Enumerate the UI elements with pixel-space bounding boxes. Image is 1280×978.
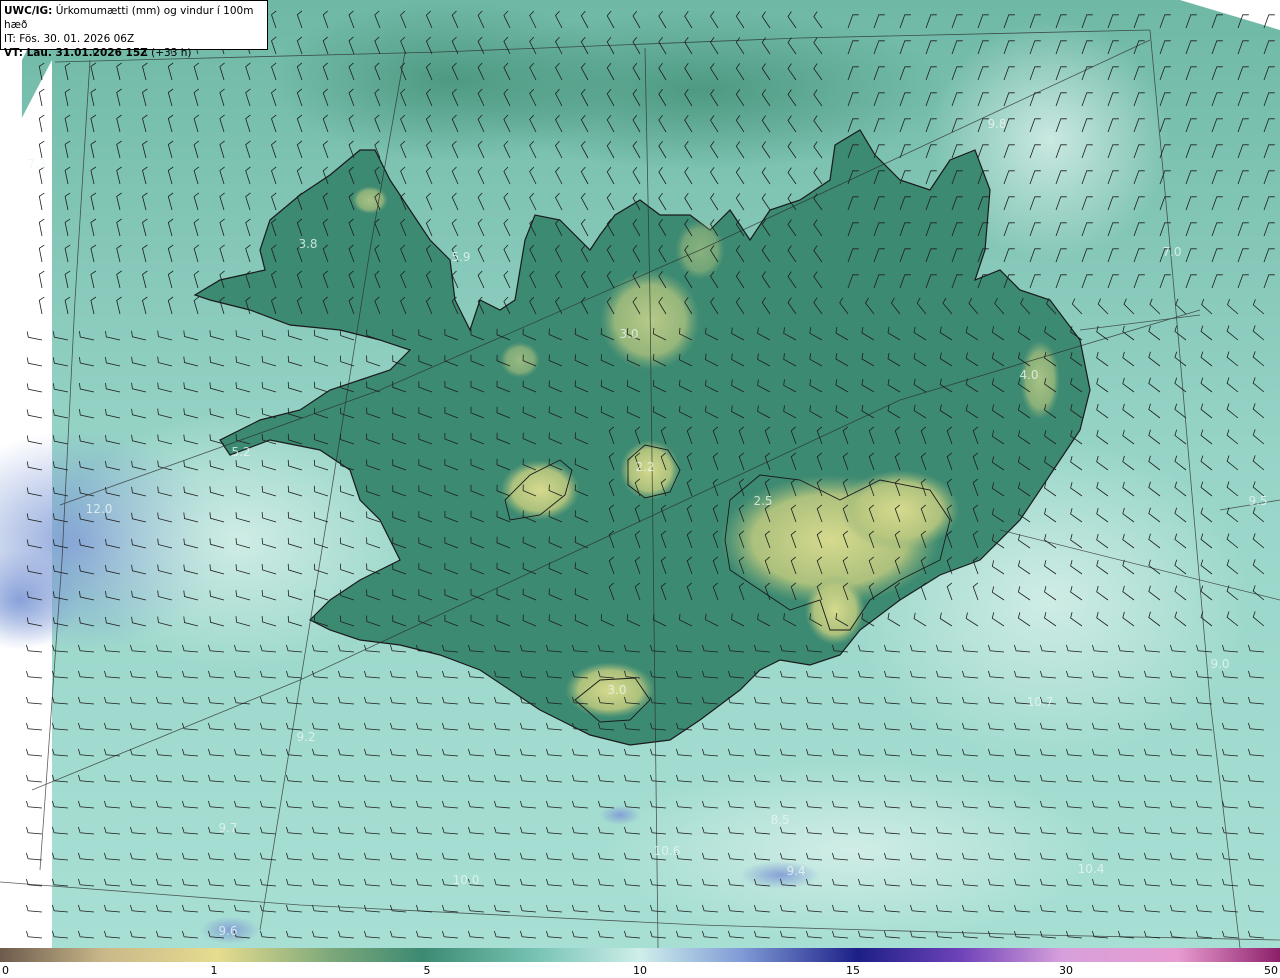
colorbar-tick: 10 (633, 964, 647, 977)
value-label: 10.0 (453, 873, 480, 887)
value-label: 9.7 (218, 821, 237, 835)
value-label: 3.0 (619, 327, 638, 341)
colorbar-legend: 0 1 5 10 15 30 50 (0, 948, 1280, 978)
value-label: 2.5 (753, 494, 772, 508)
issue-time: IT: Fös. 30. 01. 2026 06Z (4, 33, 135, 45)
colorbar-tick: 15 (846, 964, 860, 977)
info-box: UWC/IG: Úrkomumætti (mm) og vindur í 100… (0, 0, 268, 59)
value-label: 4.0 (1019, 368, 1038, 382)
colorbar-tick: 30 (1059, 964, 1073, 977)
valid-time: VT: Lau. 31.01.2026 15Z (4, 47, 148, 59)
colorbar-tick: 5 (423, 964, 431, 977)
value-label: 9.2 (296, 730, 315, 744)
value-label: 7.3 (27, 157, 46, 171)
value-label: 5.9 (451, 250, 470, 264)
colorbar-tick: 50 (1264, 964, 1278, 977)
value-label: 9.6 (218, 924, 237, 938)
colorbar (0, 948, 1280, 962)
value-label: 12.0 (86, 502, 113, 516)
colorbar-tick: 1 (210, 964, 218, 977)
product-code: UWC/IG: (4, 5, 53, 17)
value-label: 7.0 (1162, 245, 1181, 259)
value-label: 9.4 (786, 864, 805, 878)
value-label: 9.0 (1210, 657, 1229, 671)
value-label: 5.2 (231, 445, 250, 459)
value-label: 8.5 (770, 813, 789, 827)
map-stage: 7.3 3.8 5.9 3.0 9.8 7.0 4.0 5.2 2.2 2.5 12.0 9.5 9.0… (0, 0, 1280, 978)
value-label: 10.4 (1078, 862, 1105, 876)
value-label: 2.2 (635, 460, 654, 474)
value-label: 10.6 (654, 844, 681, 858)
precipitation-map: 7.3 3.8 5.9 3.0 9.8 7.0 4.0 5.2 2.2 2.5 12.0 9.5 9.0… (0, 0, 1280, 948)
colorbar-tick: 0 (2, 964, 9, 977)
value-label: 9.5 (1248, 494, 1267, 508)
value-label: 3.0 (607, 683, 626, 697)
value-label: 9.8 (987, 117, 1006, 131)
value-label: 3.8 (298, 237, 317, 251)
value-label: 10.7 (1027, 695, 1054, 709)
lead-time: (+33 h) (147, 47, 192, 59)
